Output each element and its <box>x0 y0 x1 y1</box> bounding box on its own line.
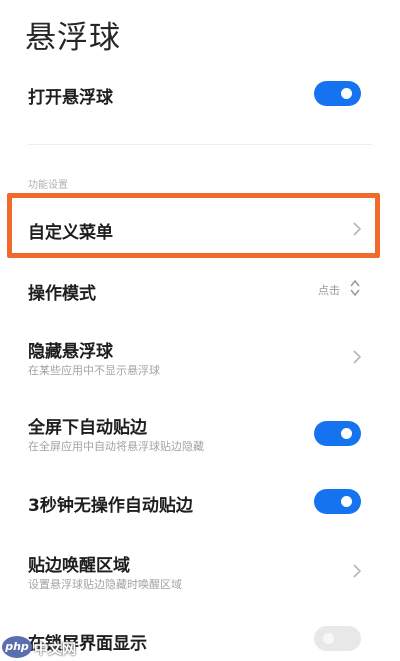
edge-wake-area-label: 贴边唤醒区域 <box>28 556 130 576</box>
fullscreen-auto-edge-label: 全屏下自动贴边 <box>28 418 147 438</box>
edge-wake-area-desc: 设置悬浮球贴边隐藏时唤醒区域 <box>28 578 182 591</box>
fullscreen-auto-edge-toggle[interactable] <box>314 421 361 446</box>
toggle-knob <box>341 88 352 99</box>
hide-floating-ball-row[interactable]: 隐藏悬浮球 在某些应用中不显示悬浮球 <box>0 330 400 386</box>
floating-ball-settings-page: 悬浮球 打开悬浮球 功能设置 自定义菜单 操作模式 点击 隐藏悬浮球 在某些应用… <box>0 0 400 661</box>
up-down-arrows-icon <box>350 279 360 297</box>
page-title: 悬浮球 <box>25 20 121 56</box>
open-floating-ball-label: 打开悬浮球 <box>28 88 113 108</box>
auto-edge-3s-row[interactable]: 3秒钟无操作自动贴边 <box>0 478 400 526</box>
auto-edge-3s-label: 3秒钟无操作自动贴边 <box>28 496 193 516</box>
php-logo: php <box>2 636 32 658</box>
divider <box>28 144 372 145</box>
toggle-knob <box>341 428 352 439</box>
section-label: 功能设置 <box>28 180 68 191</box>
chevron-right-icon <box>353 222 362 236</box>
site-watermark: php 中文网 <box>2 636 92 660</box>
auto-edge-3s-toggle[interactable] <box>314 489 361 514</box>
chevron-right-icon <box>353 350 362 364</box>
lockscreen-show-toggle[interactable] <box>314 626 361 651</box>
chevron-right-icon <box>353 564 362 578</box>
open-floating-ball-row[interactable]: 打开悬浮球 <box>0 70 400 120</box>
operation-mode-label: 操作模式 <box>28 284 96 304</box>
edge-wake-area-row[interactable]: 贴边唤醒区域 设置悬浮球贴边隐藏时唤醒区域 <box>0 544 400 600</box>
operation-mode-row[interactable]: 操作模式 <box>0 262 400 314</box>
hide-floating-ball-desc: 在某些应用中不显示悬浮球 <box>28 364 160 377</box>
fullscreen-auto-edge-row[interactable]: 全屏下自动贴边 在全屏应用中自动将悬浮球贴边隐藏 <box>0 406 400 462</box>
open-floating-ball-toggle[interactable] <box>314 81 361 106</box>
fullscreen-auto-edge-desc: 在全屏应用中自动将悬浮球贴边隐藏 <box>28 440 204 453</box>
toggle-knob <box>341 496 352 507</box>
hide-floating-ball-label: 隐藏悬浮球 <box>28 342 113 362</box>
watermark-text: 中文网 <box>34 642 76 658</box>
custom-menu-label: 自定义菜单 <box>28 223 113 243</box>
operation-mode-value[interactable]: 点击 <box>318 282 340 298</box>
toggle-knob <box>323 633 334 644</box>
custom-menu-row[interactable]: 自定义菜单 <box>0 198 400 254</box>
